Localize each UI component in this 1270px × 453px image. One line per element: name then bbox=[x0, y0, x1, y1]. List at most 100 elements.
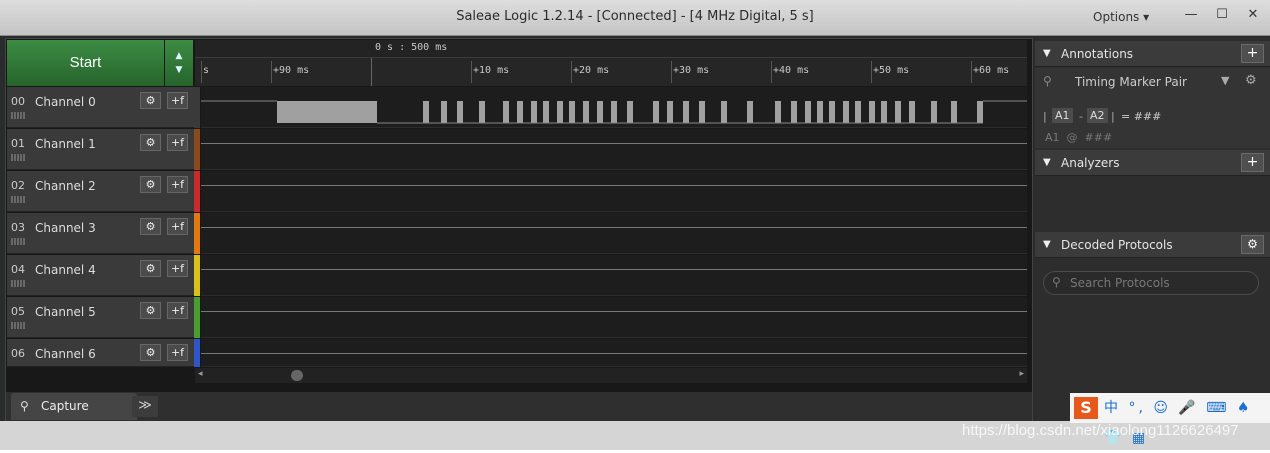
analyzers-header[interactable]: ▼ Analyzers + bbox=[1035, 150, 1270, 176]
channel-color-strip bbox=[194, 171, 200, 212]
bar-separator: | bbox=[1111, 110, 1115, 123]
drag-handle-icon[interactable] bbox=[11, 196, 25, 203]
channel-name[interactable]: Channel 4 bbox=[35, 263, 96, 277]
channel-color-strip bbox=[194, 255, 200, 296]
marker-a1-button[interactable]: A1 bbox=[1052, 108, 1073, 123]
channel-color-strip bbox=[194, 129, 200, 170]
drag-handle-icon[interactable] bbox=[11, 154, 25, 161]
channel-name[interactable]: Channel 2 bbox=[35, 179, 96, 193]
marker-a2-button[interactable]: A2 bbox=[1087, 108, 1108, 123]
pulse-mark bbox=[747, 101, 753, 123]
search-protocols-input[interactable]: ⚲ Search Protocols bbox=[1043, 271, 1259, 295]
pulse-mark bbox=[931, 101, 937, 123]
channel-row-4[interactable]: 04 Channel 4 ⚙ +f bbox=[7, 255, 194, 296]
channel-waveform-4[interactable] bbox=[201, 255, 1027, 296]
capture-tab[interactable]: ⚲ Capture bbox=[11, 393, 137, 420]
minimize-button[interactable]: — bbox=[1178, 5, 1204, 27]
channel-waveform-6[interactable] bbox=[201, 339, 1027, 367]
channel-row-3[interactable]: 03 Channel 3 ⚙ +f bbox=[7, 213, 194, 254]
dropdown-arrow-icon[interactable]: ▼ bbox=[1221, 74, 1229, 87]
channel-settings-gear-icon[interactable]: ⚙ bbox=[140, 92, 161, 109]
channel-row-5[interactable]: 05 Channel 5 ⚙ +f bbox=[7, 297, 194, 338]
pulse-mark bbox=[699, 101, 705, 123]
channel-number: 00 bbox=[11, 95, 25, 108]
time-label: +30 ms bbox=[673, 65, 710, 76]
pulse-mark bbox=[531, 101, 537, 123]
horizontal-scrollbar[interactable]: ◂ ▸ bbox=[195, 368, 1027, 383]
channel-waveform-0[interactable] bbox=[201, 87, 1027, 128]
time-ruler[interactable]: s +90 ms +10 ms +20 ms +30 ms +40 ms +50… bbox=[195, 58, 1027, 86]
pulse-mark bbox=[611, 101, 617, 123]
start-options-arrows-icon[interactable]: ▲ ▼ bbox=[165, 40, 193, 86]
capture-bar: ⚲ Capture ≫ bbox=[6, 392, 1032, 421]
gear-icon[interactable]: ⚙ bbox=[1245, 73, 1257, 88]
add-analyzer-button[interactable]: + bbox=[1241, 153, 1264, 172]
maximize-button[interactable]: ☐ bbox=[1209, 5, 1235, 27]
channel-settings-gear-icon[interactable]: ⚙ bbox=[140, 344, 161, 361]
close-button[interactable]: ✕ bbox=[1240, 5, 1266, 27]
annotations-header[interactable]: ▼ Annotations + bbox=[1035, 41, 1270, 67]
channel-trigger-button[interactable]: +f bbox=[167, 176, 188, 193]
ime-toolbar[interactable]: S 中 °, ☺ 🎤 ⌨ ♠ 👕 ▦ bbox=[1070, 393, 1270, 446]
channel-settings-gear-icon[interactable]: ⚙ bbox=[140, 260, 161, 277]
more-tabs-button[interactable]: ≫ bbox=[132, 396, 158, 417]
pulse-mark bbox=[683, 101, 689, 123]
add-annotation-button[interactable]: + bbox=[1241, 44, 1264, 63]
channel-name[interactable]: Channel 3 bbox=[35, 221, 96, 235]
channel-waveform-2[interactable] bbox=[201, 171, 1027, 212]
collapse-triangle-icon[interactable]: ▼ bbox=[1043, 41, 1051, 67]
time-label: +60 ms bbox=[973, 65, 1010, 76]
channel-trigger-button[interactable]: +f bbox=[167, 302, 188, 319]
pulse-mark bbox=[543, 101, 549, 123]
options-menu[interactable]: Options ▾ bbox=[1093, 10, 1149, 24]
channel-row-1[interactable]: 01 Channel 1 ⚙ +f bbox=[7, 129, 194, 170]
channel-row-0[interactable]: 00 Channel 0 ⚙ +f bbox=[7, 87, 194, 128]
channel-settings-gear-icon[interactable]: ⚙ bbox=[140, 302, 161, 319]
pulse-mark bbox=[441, 101, 447, 123]
channel-row-6[interactable]: 06 Channel 6 ⚙ +f bbox=[7, 339, 194, 367]
channel-number: 03 bbox=[11, 221, 25, 234]
start-button[interactable]: Start bbox=[7, 40, 164, 86]
watermark-text: https://blog.csdn.net/xiaolong1126626497 bbox=[962, 422, 1239, 439]
signal-line bbox=[201, 227, 1027, 228]
channel-trigger-button[interactable]: +f bbox=[167, 92, 188, 109]
channel-waveform-5[interactable] bbox=[201, 297, 1027, 338]
tick-mark bbox=[871, 61, 872, 83]
channels-panel: Start ▲ ▼ 0 s : 500 ms s +90 ms +10 ms +… bbox=[5, 38, 1033, 421]
side-panel: ▼ Annotations + ⚲ Timing Marker Pair ▼ ⚙… bbox=[1035, 38, 1270, 421]
decoded-protocols-header[interactable]: ▼ Decoded Protocols ⚙ bbox=[1035, 232, 1270, 258]
channel-settings-gear-icon[interactable]: ⚙ bbox=[140, 218, 161, 235]
drag-handle-icon[interactable] bbox=[11, 322, 25, 329]
scrollbar-thumb[interactable] bbox=[291, 370, 303, 381]
drag-handle-icon[interactable] bbox=[11, 238, 25, 245]
bar-separator: | bbox=[1043, 110, 1047, 123]
arrow-up-icon[interactable]: ▲ bbox=[165, 49, 193, 63]
waveform-svg bbox=[201, 100, 1027, 124]
channel-name[interactable]: Channel 1 bbox=[35, 137, 96, 151]
channel-name[interactable]: Channel 6 bbox=[35, 347, 96, 361]
window-title: Saleae Logic 1.2.14 - [Connected] - [4 M… bbox=[456, 9, 814, 24]
marker-pair-name[interactable]: Timing Marker Pair bbox=[1075, 75, 1187, 89]
drag-handle-icon[interactable] bbox=[11, 280, 25, 287]
pulse-mark bbox=[817, 101, 823, 123]
channel-settings-gear-icon[interactable]: ⚙ bbox=[140, 134, 161, 151]
channel-trigger-button[interactable]: +f bbox=[167, 218, 188, 235]
channel-trigger-button[interactable]: +f bbox=[167, 134, 188, 151]
drag-handle-icon[interactable] bbox=[11, 112, 25, 119]
scroll-right-icon[interactable]: ▸ bbox=[1019, 369, 1024, 379]
channel-trigger-button[interactable]: +f bbox=[167, 344, 188, 361]
channel-waveform-1[interactable] bbox=[201, 129, 1027, 170]
time-label: +20 ms bbox=[573, 65, 610, 76]
channel-waveform-3[interactable] bbox=[201, 213, 1027, 254]
scroll-left-icon[interactable]: ◂ bbox=[198, 369, 203, 379]
collapse-triangle-icon[interactable]: ▼ bbox=[1043, 150, 1051, 176]
collapse-triangle-icon[interactable]: ▼ bbox=[1043, 232, 1051, 258]
channel-name[interactable]: Channel 0 bbox=[35, 95, 96, 109]
sogou-logo-icon[interactable]: S bbox=[1074, 397, 1098, 419]
channel-name[interactable]: Channel 5 bbox=[35, 305, 96, 319]
channel-row-2[interactable]: 02 Channel 2 ⚙ +f bbox=[7, 171, 194, 212]
channel-trigger-button[interactable]: +f bbox=[167, 260, 188, 277]
channel-settings-gear-icon[interactable]: ⚙ bbox=[140, 176, 161, 193]
decoded-settings-gear-icon[interactable]: ⚙ bbox=[1241, 235, 1264, 254]
arrow-down-icon[interactable]: ▼ bbox=[165, 63, 193, 77]
